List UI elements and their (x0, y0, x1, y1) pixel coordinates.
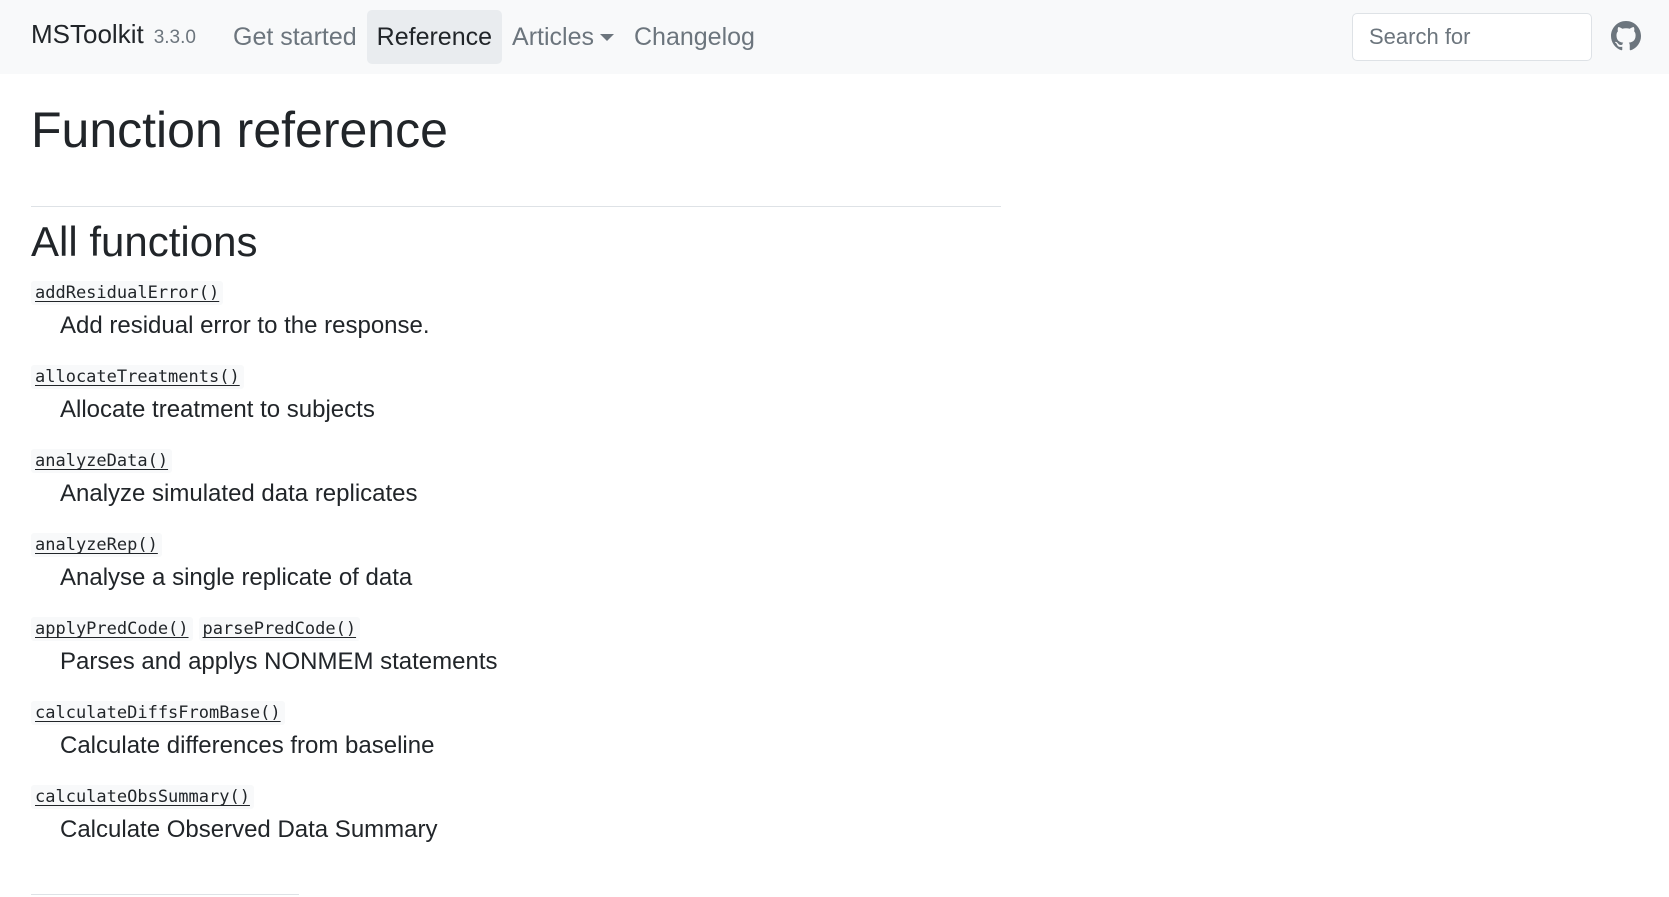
function-description: Analyze simulated data replicates (60, 480, 418, 508)
nav-articles[interactable]: Articles (502, 10, 624, 64)
function-description: Calculate Observed Data Summary (60, 816, 438, 844)
main-content: Function reference All functions addResi… (31, 74, 1001, 845)
main-nav: Get started Reference Articles Changelog (223, 10, 765, 64)
function-link[interactable]: calculateDiffsFromBase() (31, 701, 285, 726)
section-title: All functions (31, 218, 258, 265)
navbar: MSToolkit 3.3.0 Get started Reference Ar… (0, 0, 1669, 74)
function-link[interactable]: analyzeData() (31, 449, 173, 474)
nav-reference[interactable]: Reference (366, 10, 503, 64)
brand[interactable]: MSToolkit 3.3.0 (31, 19, 196, 50)
function-link[interactable]: applyPredCode() (31, 617, 193, 642)
function-link[interactable]: addResidualError() (31, 281, 224, 306)
nav-changelog[interactable]: Changelog (624, 10, 765, 64)
version-badge: 3.3.0 (153, 27, 196, 48)
function-link[interactable]: parsePredCode() (198, 617, 361, 642)
function-link[interactable]: calculateObsSummary() (31, 785, 254, 810)
brand-name[interactable]: MSToolkit (31, 19, 144, 50)
caret-down-icon (600, 33, 614, 41)
function-entry: calculateObsSummary() Calculate Observed… (31, 785, 1001, 845)
function-entry: analyzeData() Analyze simulated data rep… (31, 449, 1001, 509)
search-input[interactable] (1352, 13, 1592, 61)
divider (31, 206, 1001, 207)
function-entry: addResidualError() Add residual error to… (31, 281, 1001, 341)
function-description: Parses and applys NONMEM statements (60, 648, 498, 676)
function-entry: allocateTreatments() Allocate treatment … (31, 365, 1001, 425)
function-description: Add residual error to the response. (60, 312, 430, 340)
function-entry: applyPredCode() parsePredCode() Parses an… (31, 617, 1001, 677)
section-divider (31, 894, 299, 895)
function-entry: analyzeRep() Analyse a single replicate … (31, 533, 1001, 593)
page-title: Function reference (31, 102, 448, 158)
github-icon[interactable] (1611, 21, 1641, 51)
function-description: Allocate treatment to subjects (60, 396, 375, 424)
function-link[interactable]: analyzeRep() (31, 533, 162, 558)
function-entry: calculateDiffsFromBase() Calculate diffe… (31, 701, 1001, 761)
nav-articles-label: Articles (512, 23, 594, 51)
function-description: Analyse a single replicate of data (60, 564, 413, 592)
function-description: Calculate differences from baseline (60, 732, 435, 760)
function-link[interactable]: allocateTreatments() (31, 365, 244, 390)
nav-get-started[interactable]: Get started (223, 10, 367, 64)
